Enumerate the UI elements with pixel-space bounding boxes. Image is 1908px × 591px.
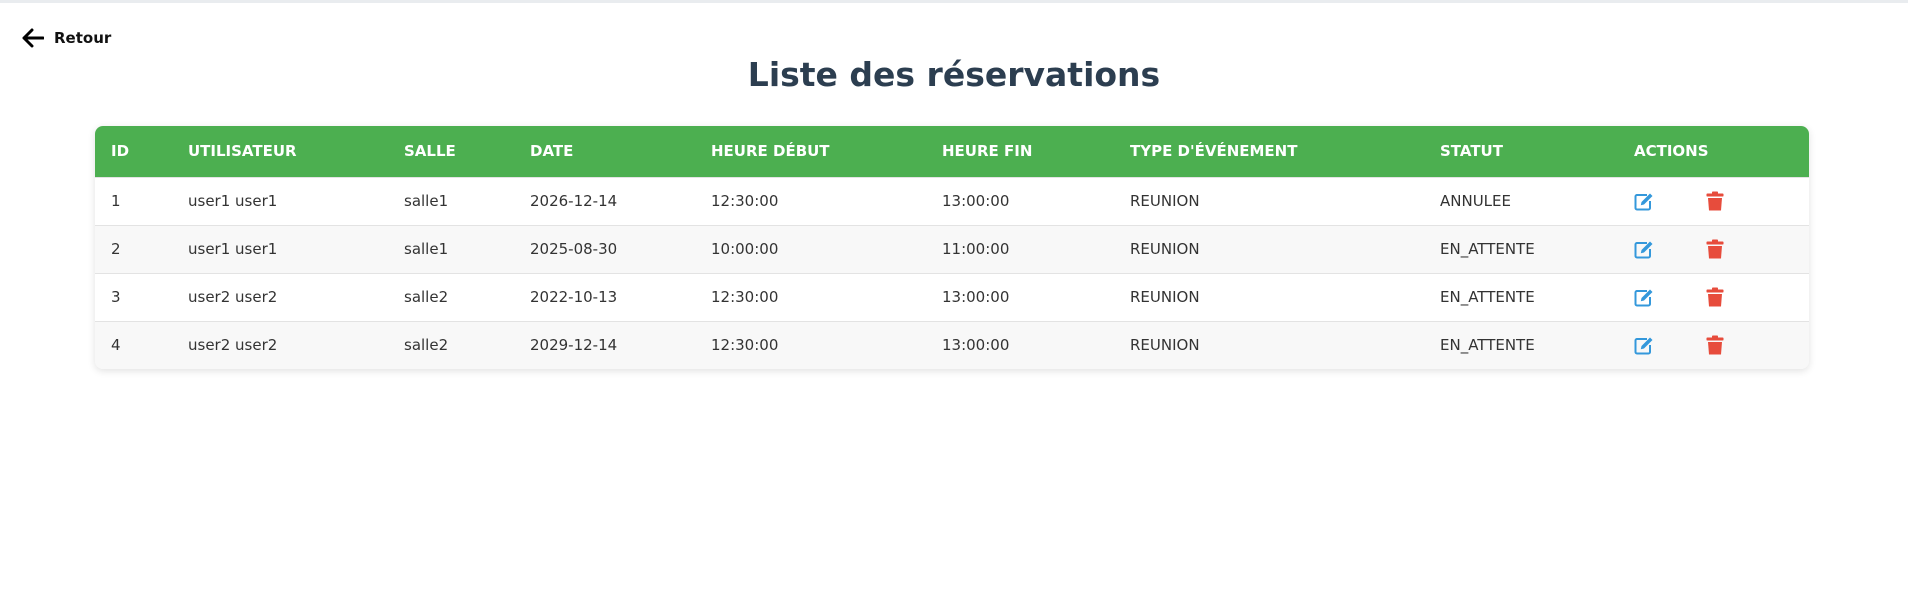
header-heure-fin: HEURE FIN — [942, 142, 1033, 161]
cell-date: 2022-10-13 — [530, 288, 618, 306]
cell-heure-debut: 12:30:00 — [711, 192, 779, 210]
cell-id: 4 — [111, 336, 121, 355]
cell-salle: salle2 — [404, 336, 449, 355]
cell-user: user1 user1 — [188, 240, 278, 258]
back-label: Retour — [54, 29, 112, 47]
cell-heure-debut: 12:30:00 — [711, 288, 779, 306]
header-date: DATE — [530, 142, 574, 161]
table-row: 3 user2 user2 salle2 2022-10-13 12:30:00… — [95, 273, 1809, 321]
reservations-table: ID UTILISATEUR SALLE DATE HEURE DÉBUT HE… — [95, 126, 1809, 369]
cell-heure-debut: 12:30:00 — [711, 336, 779, 355]
cell-date: 2026-12-14 — [530, 192, 618, 210]
header-utilisateur: UTILISATEUR — [188, 142, 297, 161]
trash-icon[interactable] — [1706, 287, 1724, 307]
page-title: Liste des réservations — [747, 55, 1161, 94]
edit-icon[interactable] — [1634, 288, 1654, 307]
cell-heure-fin: 13:00:00 — [942, 288, 1010, 306]
cell-salle: salle1 — [404, 192, 449, 210]
arrow-left-icon — [22, 28, 44, 48]
cell-date: 2029-12-14 — [530, 336, 618, 355]
cell-heure-fin: 11:00:00 — [942, 240, 1010, 258]
edit-icon[interactable] — [1634, 240, 1654, 259]
cell-id: 2 — [111, 240, 121, 258]
reservations-table-container: ID UTILISATEUR SALLE DATE HEURE DÉBUT HE… — [95, 126, 1809, 369]
trash-icon[interactable] — [1706, 239, 1724, 259]
edit-icon[interactable] — [1634, 336, 1654, 355]
cell-user: user2 user2 — [188, 288, 278, 306]
header-actions: ACTIONS — [1634, 142, 1709, 161]
cell-actions — [1618, 321, 1809, 369]
cell-date: 2025-08-30 — [530, 240, 618, 258]
edit-icon[interactable] — [1634, 192, 1654, 211]
cell-salle: salle2 — [404, 288, 449, 306]
table-header-row: ID UTILISATEUR SALLE DATE HEURE DÉBUT HE… — [95, 126, 1809, 177]
cell-user: user1 user1 — [188, 192, 278, 210]
cell-actions — [1618, 225, 1809, 273]
header-type-evenement: TYPE D'ÉVÉNEMENT — [1130, 142, 1298, 161]
cell-type: REUNION — [1130, 240, 1200, 258]
header-salle: SALLE — [404, 142, 456, 161]
cell-statut: EN_ATTENTE — [1440, 288, 1535, 306]
cell-salle: salle1 — [404, 240, 449, 258]
trash-icon[interactable] — [1706, 191, 1724, 211]
trash-icon[interactable] — [1706, 335, 1724, 355]
cell-type: REUNION — [1130, 336, 1200, 355]
cell-actions — [1618, 273, 1809, 321]
cell-user: user2 user2 — [188, 336, 278, 355]
cell-id: 1 — [111, 192, 121, 210]
cell-statut: EN_ATTENTE — [1440, 240, 1535, 258]
table-row: 2 user1 user1 salle1 2025-08-30 10:00:00… — [95, 225, 1809, 273]
table-row: 1 user1 user1 salle1 2026-12-14 12:30:00… — [95, 177, 1809, 225]
header-heure-debut: HEURE DÉBUT — [711, 142, 830, 161]
cell-type: REUNION — [1130, 288, 1200, 306]
cell-id: 3 — [111, 288, 121, 306]
cell-heure-fin: 13:00:00 — [942, 192, 1010, 210]
cell-statut: ANNULEE — [1440, 192, 1511, 210]
top-divider — [0, 0, 1908, 3]
cell-type: REUNION — [1130, 192, 1200, 210]
table-row: 4 user2 user2 salle2 2029-12-14 12:30:00… — [95, 321, 1809, 369]
cell-actions — [1618, 177, 1809, 225]
header-id: ID — [111, 142, 130, 161]
cell-heure-fin: 13:00:00 — [942, 336, 1010, 355]
cell-statut: EN_ATTENTE — [1440, 336, 1535, 355]
back-button[interactable]: Retour — [22, 28, 111, 48]
cell-heure-debut: 10:00:00 — [711, 240, 779, 258]
header-statut: STATUT — [1440, 142, 1503, 161]
